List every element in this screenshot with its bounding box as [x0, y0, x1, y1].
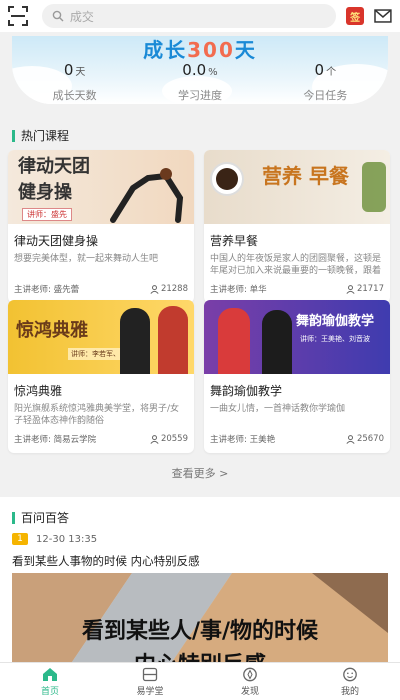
hot-courses-heading: 热门课程 — [12, 127, 69, 144]
sign-in-badge-icon[interactable]: 签 — [346, 7, 365, 25]
view-more-link[interactable]: 查看更多 > — [0, 465, 400, 481]
bottom-nav: 首页 易学堂 发现 我的 — [0, 662, 400, 700]
person-icon — [346, 434, 355, 444]
nav-home[interactable]: 首页 — [0, 663, 100, 700]
course-learner-count: 25670 — [356, 434, 384, 444]
nav-discover[interactable]: 发现 — [200, 663, 300, 700]
course-title: 惊鸿典雅 — [14, 384, 63, 398]
book-icon — [142, 667, 158, 681]
course-title: 营养早餐 — [210, 234, 259, 248]
nav-profile[interactable]: 我的 — [300, 663, 400, 700]
nav-study[interactable]: 易学堂 — [100, 663, 200, 700]
compass-icon — [243, 667, 257, 681]
course-thumbnail: 惊鸿典雅 讲师：李若军、姚娜 — [8, 300, 194, 374]
qa-banner-text: 看到某些人/事/物的时候 — [81, 619, 319, 644]
course-teacher: 主讲老师: 简易云学院 — [14, 435, 97, 445]
search-input[interactable]: 成交 — [41, 4, 337, 28]
qa-thumbnail[interactable]: 看到某些人/事/物的时候 内心特别反感 — [12, 573, 388, 662]
course-card[interactable]: 律动天团 健身操 讲师：盛先 律动天团健身操 想要完美体型，就一起来舞动人生吧 … — [8, 150, 194, 303]
course-thumbnail: 律动天团 健身操 讲师：盛先 — [8, 150, 194, 224]
course-footer: 主讲老师: 王美艳 25670 — [204, 427, 390, 453]
course-desc: 阳光旗舰系统惊鸿雅典美学堂，将男子/女子轻盈体态神作韵随俗 — [14, 404, 180, 426]
qa-heading: 百问百答 — [12, 509, 69, 526]
course-card[interactable]: 舞韵瑜伽教学 讲师：王美艳、刘音波 舞韵瑜伽教学 一曲女儿情，一首神话教你学瑜伽… — [204, 300, 390, 453]
stat-learning-progress: 0.0% 学习进度 — [177, 61, 222, 102]
home-icon — [43, 667, 57, 681]
search-placeholder: 成交 — [69, 9, 94, 24]
person-icon — [346, 284, 355, 294]
qa-index-badge: 1 — [12, 533, 28, 545]
course-thumbnail: 舞韵瑜伽教学 讲师：王美艳、刘音波 — [204, 300, 390, 374]
course-desc: 想要完美体型，就一起来舞动人生吧 — [14, 254, 159, 264]
course-title: 舞韵瑜伽教学 — [210, 384, 283, 398]
qa-question-title[interactable]: 看到某些人事物的时候 内心特别反感 — [12, 553, 200, 569]
top-bar: 成交 签 — [0, 0, 400, 32]
course-thumbnail: 营养 早餐 — [204, 150, 390, 224]
course-teacher: 主讲老师: 盛先蕾 — [14, 285, 80, 295]
course-teacher: 主讲老师: 王美艳 — [210, 435, 276, 445]
scan-icon[interactable] — [8, 6, 28, 26]
qa-time: 12-30 13:35 — [36, 533, 98, 545]
growth-card[interactable]: 成长300天 0天 成长天数 0.0% 学习进度 0个 今日任务 — [12, 36, 388, 104]
qa-meta: 1 12-30 13:35 — [12, 533, 97, 545]
person-icon — [150, 434, 159, 444]
qa-banner-text-2: 内心特别反感 — [12, 647, 388, 662]
course-title: 律动天团健身操 — [14, 234, 99, 248]
course-learner-count: 21288 — [160, 284, 188, 294]
stat-growth-days: 0天 成长天数 — [52, 61, 97, 102]
growth-stats: 0天 成长天数 0.0% 学习进度 0个 今日任务 — [12, 60, 388, 103]
course-card[interactable]: 营养 早餐 营养早餐 中国人的年夜饭是家人的团圆聚餐，这顿是年尾对已加入来说最重… — [204, 150, 390, 303]
course-teacher: 主讲老师: 单华 — [210, 285, 267, 295]
qa-section: 百问百答 1 12-30 13:35 看到某些人事物的时候 内心特别反感 看到某… — [0, 497, 400, 662]
search-icon — [52, 10, 64, 22]
course-footer: 主讲老师: 简易云学院 20559 — [8, 427, 194, 453]
stat-today-tasks: 0个 今日任务 — [303, 61, 348, 102]
growth-title: 成长300天 — [143, 38, 257, 62]
course-learner-count: 21717 — [356, 284, 384, 294]
profile-icon — [343, 667, 357, 681]
course-card[interactable]: 惊鸿典雅 讲师：李若军、姚娜 惊鸿典雅 阳光旗舰系统惊鸿雅典美学堂，将男子/女子… — [8, 300, 194, 453]
course-learner-count: 20559 — [160, 434, 188, 444]
mail-icon[interactable] — [374, 9, 392, 23]
person-icon — [150, 284, 159, 294]
course-desc: 一曲女儿情，一首神话教你学瑜伽 — [210, 404, 346, 414]
course-desc: 中国人的年夜饭是家人的团圆聚餐，这顿是年尾对已加入来说最重要的一顿晚餐，跟着老师… — [210, 254, 382, 276]
